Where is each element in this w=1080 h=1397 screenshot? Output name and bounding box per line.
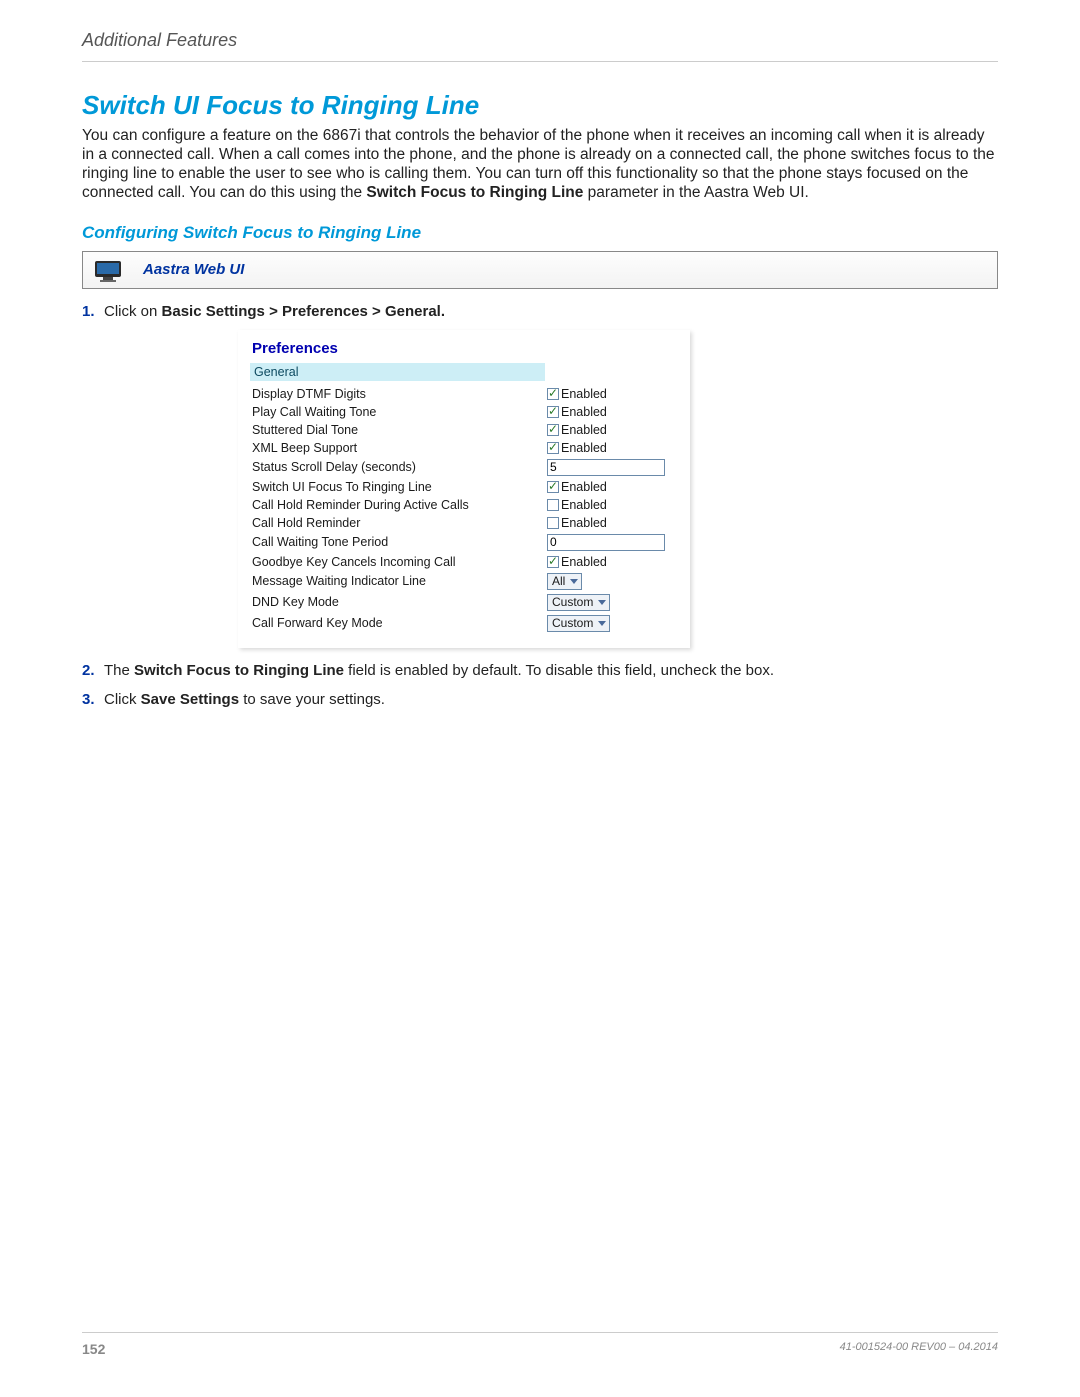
step1-pre: Click on bbox=[104, 303, 162, 320]
pref-label: Call Forward Key Mode bbox=[250, 613, 545, 634]
preferences-panel: Preferences General Display DTMF Digits E… bbox=[238, 330, 690, 648]
enabled-checkbox[interactable] bbox=[547, 442, 559, 454]
pref-row: Display DTMF Digits Enabled bbox=[250, 385, 678, 403]
enabled-label: Enabled bbox=[561, 405, 607, 419]
pref-row: Stuttered Dial Tone Enabled bbox=[250, 421, 678, 439]
pref-text-input[interactable] bbox=[547, 459, 665, 476]
pref-label: Play Call Waiting Tone bbox=[250, 403, 545, 421]
pref-label: Message Waiting Indicator Line bbox=[250, 571, 545, 592]
step3-pre: Click bbox=[104, 691, 141, 708]
pref-value-cell: Enabled bbox=[545, 439, 678, 457]
page-title: Switch UI Focus to Ringing Line bbox=[82, 90, 998, 121]
step-2: The Switch Focus to Ringing Line field i… bbox=[82, 662, 998, 679]
aastra-web-ui-bar: Aastra Web UI bbox=[82, 251, 998, 289]
pref-row: Status Scroll Delay (seconds) bbox=[250, 457, 678, 478]
config-subhead: Configuring Switch Focus to Ringing Line bbox=[82, 223, 998, 243]
step2-pre: The bbox=[104, 662, 134, 679]
enabled-checkbox[interactable] bbox=[547, 556, 559, 568]
step1-bold: Basic Settings > Preferences > General. bbox=[162, 303, 445, 320]
pref-label: Status Scroll Delay (seconds) bbox=[250, 457, 545, 478]
intro-bold: Switch Focus to Ringing Line bbox=[366, 184, 583, 201]
step2-bold: Switch Focus to Ringing Line bbox=[134, 662, 344, 679]
pref-row: Goodbye Key Cancels Incoming Call Enabled bbox=[250, 553, 678, 571]
enabled-label: Enabled bbox=[561, 555, 607, 569]
pref-value-cell: Custom bbox=[545, 613, 678, 634]
page-number: 152 bbox=[82, 1341, 105, 1357]
monitor-icon bbox=[93, 256, 129, 284]
enabled-label: Enabled bbox=[561, 516, 607, 530]
enabled-label: Enabled bbox=[561, 498, 607, 512]
pref-row: Call Hold Reminder Enabled bbox=[250, 514, 678, 532]
step-1: Click on Basic Settings > Preferences > … bbox=[82, 303, 998, 648]
pref-label: Stuttered Dial Tone bbox=[250, 421, 545, 439]
pref-select[interactable]: Custom bbox=[547, 594, 610, 611]
pref-label: DND Key Mode bbox=[250, 592, 545, 613]
pref-value-cell: Enabled bbox=[545, 496, 678, 514]
aastra-bar-label: Aastra Web UI bbox=[143, 261, 244, 278]
enabled-label: Enabled bbox=[561, 441, 607, 455]
pref-value-cell: Enabled bbox=[545, 553, 678, 571]
page-footer: 152 41-001524-00 REV00 – 04.2014 bbox=[82, 1332, 998, 1357]
step3-bold: Save Settings bbox=[141, 691, 239, 708]
pref-value-cell: Enabled bbox=[545, 514, 678, 532]
pref-value-cell: Custom bbox=[545, 592, 678, 613]
pref-value-cell: All bbox=[545, 571, 678, 592]
enabled-checkbox[interactable] bbox=[547, 388, 559, 400]
enabled-label: Enabled bbox=[561, 423, 607, 437]
pref-value-cell bbox=[545, 457, 678, 478]
page-header: Additional Features bbox=[82, 30, 998, 62]
pref-row: Call Hold Reminder During Active Calls En… bbox=[250, 496, 678, 514]
enabled-checkbox[interactable] bbox=[547, 406, 559, 418]
pref-label: XML Beep Support bbox=[250, 439, 545, 457]
step2-post: field is enabled by default. To disable … bbox=[344, 662, 774, 679]
pref-value-cell: Enabled bbox=[545, 385, 678, 403]
enabled-checkbox[interactable] bbox=[547, 424, 559, 436]
pref-text-input[interactable] bbox=[547, 534, 665, 551]
enabled-label: Enabled bbox=[561, 387, 607, 401]
enabled-checkbox[interactable] bbox=[547, 481, 559, 493]
pref-label: Call Waiting Tone Period bbox=[250, 532, 545, 553]
intro-post: parameter in the Aastra Web UI. bbox=[583, 184, 808, 201]
preferences-title: Preferences bbox=[252, 340, 678, 357]
pref-value-cell: Enabled bbox=[545, 403, 678, 421]
pref-label: Goodbye Key Cancels Incoming Call bbox=[250, 553, 545, 571]
enabled-label: Enabled bbox=[561, 480, 607, 494]
preferences-table: Display DTMF DigitsEnabledPlay Call Wait… bbox=[250, 385, 678, 634]
pref-select[interactable]: Custom bbox=[547, 615, 610, 632]
pref-row: DND Key ModeCustom bbox=[250, 592, 678, 613]
pref-label: Call Hold Reminder During Active Calls bbox=[250, 496, 545, 514]
pref-row: Call Waiting Tone Period bbox=[250, 532, 678, 553]
pref-row: Play Call Waiting Tone Enabled bbox=[250, 403, 678, 421]
pref-label: Call Hold Reminder bbox=[250, 514, 545, 532]
enabled-checkbox[interactable] bbox=[547, 499, 559, 511]
steps-list: Click on Basic Settings > Preferences > … bbox=[82, 303, 998, 708]
step3-post: to save your settings. bbox=[239, 691, 385, 708]
pref-label: Display DTMF Digits bbox=[250, 385, 545, 403]
pref-row: Switch UI Focus To Ringing Line Enabled bbox=[250, 478, 678, 496]
doc-id: 41-001524-00 REV00 – 04.2014 bbox=[840, 1341, 998, 1357]
pref-row: Message Waiting Indicator LineAll bbox=[250, 571, 678, 592]
pref-value-cell: Enabled bbox=[545, 478, 678, 496]
pref-row: XML Beep Support Enabled bbox=[250, 439, 678, 457]
pref-value-cell: Enabled bbox=[545, 421, 678, 439]
intro-text: You can configure a feature on the 6867i… bbox=[82, 127, 998, 203]
pref-label: Switch UI Focus To Ringing Line bbox=[250, 478, 545, 496]
general-section: General bbox=[250, 363, 545, 381]
step-3: Click Save Settings to save your setting… bbox=[82, 691, 998, 708]
pref-select[interactable]: All bbox=[547, 573, 582, 590]
pref-value-cell bbox=[545, 532, 678, 553]
enabled-checkbox[interactable] bbox=[547, 517, 559, 529]
pref-row: Call Forward Key ModeCustom bbox=[250, 613, 678, 634]
